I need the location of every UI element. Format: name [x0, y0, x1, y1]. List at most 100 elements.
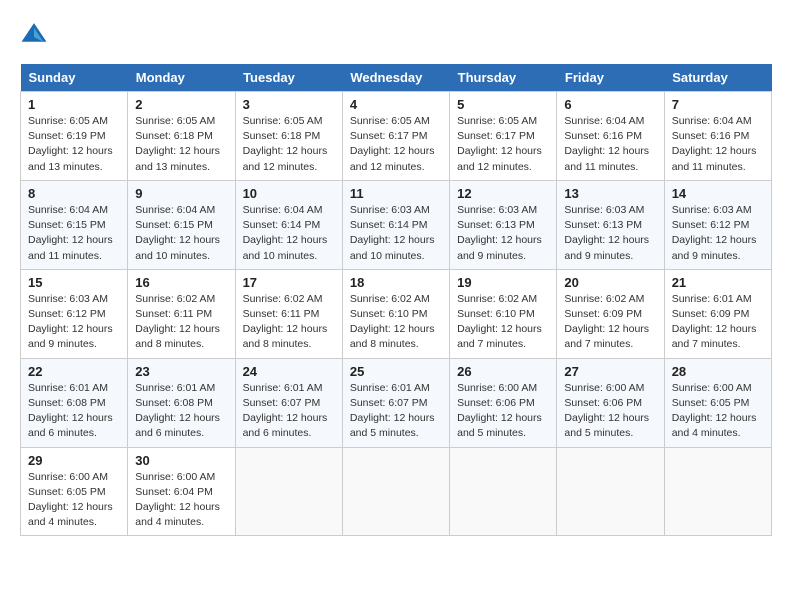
week-row-2: 8 Sunrise: 6:04 AM Sunset: 6:15 PM Daylig…: [21, 180, 772, 269]
day-cell: 25 Sunrise: 6:01 AM Sunset: 6:07 PM Dayli…: [342, 358, 449, 447]
day-info: Sunrise: 6:01 AM Sunset: 6:09 PM Dayligh…: [672, 292, 764, 353]
day-number: 8: [28, 186, 120, 201]
day-info: Sunrise: 6:00 AM Sunset: 6:05 PM Dayligh…: [672, 381, 764, 442]
day-number: 27: [564, 364, 656, 379]
day-number: 18: [350, 275, 442, 290]
day-cell: 9 Sunrise: 6:04 AM Sunset: 6:15 PM Daylig…: [128, 180, 235, 269]
day-cell: 14 Sunrise: 6:03 AM Sunset: 6:12 PM Dayli…: [664, 180, 771, 269]
day-number: 1: [28, 97, 120, 112]
week-row-4: 22 Sunrise: 6:01 AM Sunset: 6:08 PM Dayli…: [21, 358, 772, 447]
day-cell: 16 Sunrise: 6:02 AM Sunset: 6:11 PM Dayli…: [128, 269, 235, 358]
day-number: 30: [135, 453, 227, 468]
day-number: 17: [243, 275, 335, 290]
day-info: Sunrise: 6:03 AM Sunset: 6:12 PM Dayligh…: [672, 203, 764, 264]
day-number: 25: [350, 364, 442, 379]
day-info: Sunrise: 6:00 AM Sunset: 6:04 PM Dayligh…: [135, 470, 227, 531]
day-info: Sunrise: 6:05 AM Sunset: 6:17 PM Dayligh…: [457, 114, 549, 175]
day-info: Sunrise: 6:05 AM Sunset: 6:17 PM Dayligh…: [350, 114, 442, 175]
day-cell: 15 Sunrise: 6:03 AM Sunset: 6:12 PM Dayli…: [21, 269, 128, 358]
day-cell: 12 Sunrise: 6:03 AM Sunset: 6:13 PM Dayli…: [450, 180, 557, 269]
calendar-header-row: SundayMondayTuesdayWednesdayThursdayFrid…: [21, 64, 772, 92]
day-number: 16: [135, 275, 227, 290]
day-info: Sunrise: 6:01 AM Sunset: 6:07 PM Dayligh…: [243, 381, 335, 442]
day-cell: [664, 447, 771, 536]
day-info: Sunrise: 6:01 AM Sunset: 6:07 PM Dayligh…: [350, 381, 442, 442]
day-info: Sunrise: 6:03 AM Sunset: 6:13 PM Dayligh…: [457, 203, 549, 264]
day-cell: 2 Sunrise: 6:05 AM Sunset: 6:18 PM Daylig…: [128, 92, 235, 181]
day-info: Sunrise: 6:02 AM Sunset: 6:10 PM Dayligh…: [457, 292, 549, 353]
day-info: Sunrise: 6:04 AM Sunset: 6:14 PM Dayligh…: [243, 203, 335, 264]
day-info: Sunrise: 6:05 AM Sunset: 6:19 PM Dayligh…: [28, 114, 120, 175]
day-cell: 13Sunrise: 6:03 AM Sunset: 6:13 PM Dayli…: [557, 180, 664, 269]
column-header-saturday: Saturday: [664, 64, 771, 92]
day-cell: 24 Sunrise: 6:01 AM Sunset: 6:07 PM Dayli…: [235, 358, 342, 447]
day-cell: 21 Sunrise: 6:01 AM Sunset: 6:09 PM Dayli…: [664, 269, 771, 358]
day-info: Sunrise: 6:03 AM Sunset: 6:13 PM Dayligh…: [564, 203, 656, 264]
day-number: 29: [28, 453, 120, 468]
day-info: Sunrise: 6:02 AM Sunset: 6:11 PM Dayligh…: [243, 292, 335, 353]
day-cell: 19 Sunrise: 6:02 AM Sunset: 6:10 PM Dayli…: [450, 269, 557, 358]
day-cell: 22 Sunrise: 6:01 AM Sunset: 6:08 PM Dayli…: [21, 358, 128, 447]
day-cell: 8Sunrise: 6:04 AM Sunset: 6:15 PM Daylig…: [21, 180, 128, 269]
day-number: 23: [135, 364, 227, 379]
column-header-wednesday: Wednesday: [342, 64, 449, 92]
day-info: Sunrise: 6:00 AM Sunset: 6:05 PM Dayligh…: [28, 470, 120, 531]
day-number: 2: [135, 97, 227, 112]
day-cell: [235, 447, 342, 536]
day-cell: 23 Sunrise: 6:01 AM Sunset: 6:08 PM Dayli…: [128, 358, 235, 447]
day-info: Sunrise: 6:02 AM Sunset: 6:10 PM Dayligh…: [350, 292, 442, 353]
day-cell: 11Sunrise: 6:03 AM Sunset: 6:14 PM Dayli…: [342, 180, 449, 269]
day-info: Sunrise: 6:00 AM Sunset: 6:06 PM Dayligh…: [457, 381, 549, 442]
day-number: 26: [457, 364, 549, 379]
day-info: Sunrise: 6:01 AM Sunset: 6:08 PM Dayligh…: [135, 381, 227, 442]
day-info: Sunrise: 6:04 AM Sunset: 6:16 PM Dayligh…: [564, 114, 656, 175]
week-row-3: 15 Sunrise: 6:03 AM Sunset: 6:12 PM Dayli…: [21, 269, 772, 358]
day-number: 10: [243, 186, 335, 201]
week-row-5: 29 Sunrise: 6:00 AM Sunset: 6:05 PM Dayli…: [21, 447, 772, 536]
column-header-monday: Monday: [128, 64, 235, 92]
day-cell: 28 Sunrise: 6:00 AM Sunset: 6:05 PM Dayli…: [664, 358, 771, 447]
day-number: 24: [243, 364, 335, 379]
day-info: Sunrise: 6:03 AM Sunset: 6:12 PM Dayligh…: [28, 292, 120, 353]
column-header-friday: Friday: [557, 64, 664, 92]
day-cell: 27 Sunrise: 6:00 AM Sunset: 6:06 PM Dayli…: [557, 358, 664, 447]
column-header-thursday: Thursday: [450, 64, 557, 92]
day-cell: 29 Sunrise: 6:00 AM Sunset: 6:05 PM Dayli…: [21, 447, 128, 536]
day-number: 4: [350, 97, 442, 112]
day-number: 21: [672, 275, 764, 290]
day-cell: 3 Sunrise: 6:05 AM Sunset: 6:18 PM Daylig…: [235, 92, 342, 181]
day-cell: [557, 447, 664, 536]
day-number: 14: [672, 186, 764, 201]
day-info: Sunrise: 6:05 AM Sunset: 6:18 PM Dayligh…: [135, 114, 227, 175]
day-number: 7: [672, 97, 764, 112]
column-header-sunday: Sunday: [21, 64, 128, 92]
day-number: 22: [28, 364, 120, 379]
page-header: [20, 20, 772, 48]
logo: [20, 20, 52, 48]
day-info: Sunrise: 6:02 AM Sunset: 6:11 PM Dayligh…: [135, 292, 227, 353]
day-number: 6: [564, 97, 656, 112]
day-cell: 5 Sunrise: 6:05 AM Sunset: 6:17 PM Daylig…: [450, 92, 557, 181]
day-cell: 18 Sunrise: 6:02 AM Sunset: 6:10 PM Dayli…: [342, 269, 449, 358]
day-info: Sunrise: 6:01 AM Sunset: 6:08 PM Dayligh…: [28, 381, 120, 442]
day-info: Sunrise: 6:04 AM Sunset: 6:15 PM Dayligh…: [135, 203, 227, 264]
day-number: 3: [243, 97, 335, 112]
day-info: Sunrise: 6:00 AM Sunset: 6:06 PM Dayligh…: [564, 381, 656, 442]
day-number: 9: [135, 186, 227, 201]
week-row-1: 1 Sunrise: 6:05 AM Sunset: 6:19 PM Daylig…: [21, 92, 772, 181]
day-info: Sunrise: 6:05 AM Sunset: 6:18 PM Dayligh…: [243, 114, 335, 175]
column-header-tuesday: Tuesday: [235, 64, 342, 92]
day-cell: 1 Sunrise: 6:05 AM Sunset: 6:19 PM Daylig…: [21, 92, 128, 181]
calendar-table: SundayMondayTuesdayWednesdayThursdayFrid…: [20, 64, 772, 536]
day-cell: 30 Sunrise: 6:00 AM Sunset: 6:04 PM Dayli…: [128, 447, 235, 536]
day-cell: 17 Sunrise: 6:02 AM Sunset: 6:11 PM Dayli…: [235, 269, 342, 358]
day-number: 28: [672, 364, 764, 379]
day-number: 15: [28, 275, 120, 290]
day-info: Sunrise: 6:04 AM Sunset: 6:16 PM Dayligh…: [672, 114, 764, 175]
day-number: 5: [457, 97, 549, 112]
day-number: 11: [350, 186, 442, 201]
day-cell: 6 Sunrise: 6:04 AM Sunset: 6:16 PM Daylig…: [557, 92, 664, 181]
day-number: 19: [457, 275, 549, 290]
day-cell: 10 Sunrise: 6:04 AM Sunset: 6:14 PM Dayli…: [235, 180, 342, 269]
day-number: 12: [457, 186, 549, 201]
